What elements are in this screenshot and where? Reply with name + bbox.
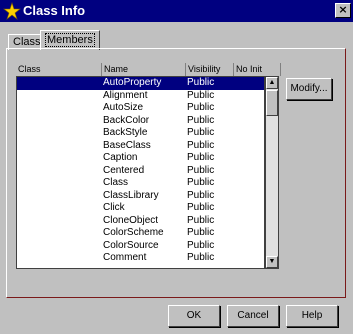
cell-visibility: Public	[187, 139, 215, 151]
modify-button[interactable]: Modify...	[286, 78, 332, 100]
list-header: Class Name Visibility No Init	[16, 63, 281, 76]
cell-name: Centered	[103, 164, 145, 176]
list-scrollbar[interactable]: ▲ ▼	[265, 76, 279, 269]
cell-name: BackStyle	[103, 127, 148, 138]
tab-members-label: Members	[45, 33, 95, 47]
cell-visibility: Public	[187, 89, 215, 101]
cell-visibility: Public	[187, 214, 215, 226]
list-row[interactable]: Comment Public	[17, 252, 264, 265]
star-icon	[3, 2, 21, 20]
scroll-up-button[interactable]: ▲	[266, 77, 278, 89]
cell-visibility: Public	[187, 114, 215, 126]
cell-name: Alignment	[103, 89, 148, 101]
cell-name: AutoSize	[103, 102, 144, 113]
scroll-down-button[interactable]: ▼	[266, 256, 278, 268]
list-row[interactable]: Caption Public	[17, 152, 264, 165]
list-row[interactable]: AutoSize Public	[17, 102, 264, 115]
cell-visibility: Public	[187, 164, 215, 176]
cancel-button[interactable]: Cancel	[227, 305, 279, 327]
help-button[interactable]: Help	[286, 305, 338, 327]
cell-visibility: Public	[187, 102, 215, 113]
cell-name: BaseClass	[103, 139, 151, 151]
cell-visibility: Public	[187, 127, 215, 138]
close-button[interactable]: ×	[335, 3, 351, 18]
list-row[interactable]: Click Public	[17, 202, 264, 215]
cell-name: Comment	[103, 252, 147, 263]
cell-name: Class	[103, 177, 129, 188]
cell-name: AutoProperty	[103, 77, 162, 88]
list-row[interactable]: BackColor Public	[17, 115, 264, 128]
cell-visibility: Public	[187, 252, 215, 263]
cell-name: ColorSource	[103, 239, 159, 251]
cell-visibility: Public	[187, 202, 215, 213]
cell-name: Click	[103, 202, 125, 213]
cell-visibility: Public	[187, 239, 215, 251]
window-title: Class Info	[23, 3, 86, 18]
members-list[interactable]: AutoProperty Public Alignment Public AutoSiz…	[16, 76, 265, 269]
cell-visibility: Public	[187, 77, 215, 88]
list-row[interactable]: CloneObject Public	[17, 215, 264, 228]
list-row[interactable]: ColorScheme Public	[17, 227, 264, 240]
cell-visibility: Public	[187, 177, 215, 188]
tab-members[interactable]: Members	[40, 30, 100, 50]
list-row[interactable]: BaseClass Public	[17, 140, 264, 153]
column-header-visibility[interactable]: Visibility	[186, 63, 234, 76]
list-row[interactable]: Class Public	[17, 177, 264, 190]
column-header-noinit[interactable]: No Init	[234, 63, 281, 76]
cell-name: Caption	[103, 152, 138, 163]
column-header-name[interactable]: Name	[102, 63, 186, 76]
list-row[interactable]: AutoProperty Public	[17, 77, 264, 90]
scroll-thumb[interactable]	[266, 90, 278, 116]
list-row[interactable]: Centered Public	[17, 165, 264, 178]
cell-name: ColorScheme	[103, 227, 164, 238]
cell-visibility: Public	[187, 189, 215, 201]
ok-button[interactable]: OK	[168, 305, 220, 327]
column-header-class[interactable]: Class	[16, 63, 102, 76]
list-row[interactable]: ClassLibrary Public	[17, 190, 264, 203]
list-row[interactable]: Alignment Public	[17, 90, 264, 103]
list-row[interactable]: BackStyle Public	[17, 127, 264, 140]
cell-name: ClassLibrary	[103, 189, 159, 201]
cell-visibility: Public	[187, 227, 215, 238]
cell-name: CloneObject	[103, 214, 159, 226]
cell-name: BackColor	[103, 114, 150, 126]
title-bar[interactable]: Class Info ×	[0, 0, 353, 22]
list-row[interactable]: ColorSource Public	[17, 240, 264, 253]
cell-visibility: Public	[187, 152, 215, 163]
